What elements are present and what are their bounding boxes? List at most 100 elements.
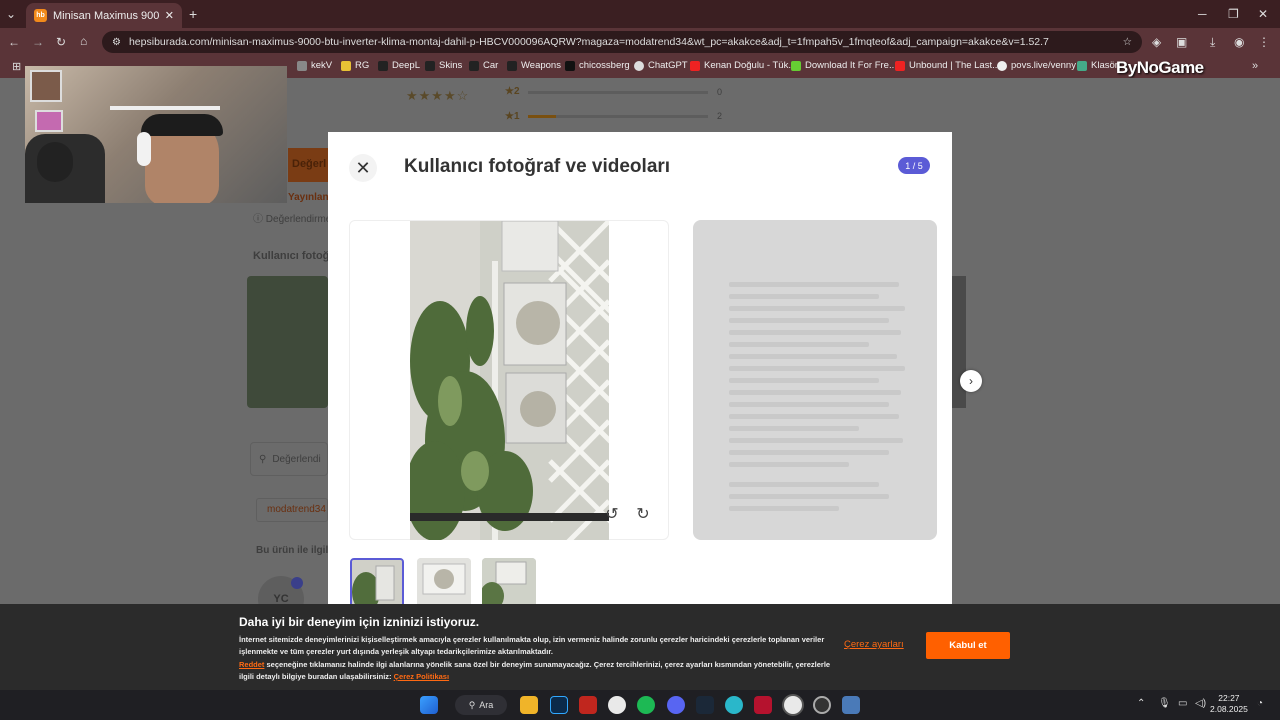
bookmark-item[interactable]: DeepL [378, 60, 420, 71]
bookmark-item[interactable]: Kenan Doğulu - Tük... [690, 60, 796, 71]
taskbar-search-button[interactable]: ⚲ Ara [455, 695, 507, 715]
eval-info: ⓘ Değerlendirme [253, 210, 328, 225]
thumb-image [352, 560, 402, 606]
reload-icon[interactable]: ↻ [56, 35, 66, 49]
rating-star-value: 1 [513, 111, 520, 122]
bookmark-item[interactable]: Klasör [1077, 60, 1118, 71]
apps-grid-icon[interactable]: ⊞ [12, 60, 21, 73]
notification-bell-icon[interactable]: ◔ [1257, 698, 1263, 709]
verified-badge-icon [291, 577, 303, 589]
forward-arrow-icon[interactable]: → [32, 35, 44, 49]
browser-tab[interactable]: hb Minisan Maximus 9000 Btu Inve ✕ [26, 3, 182, 28]
cookie-policy-link[interactable]: Çerez Politikası [394, 672, 449, 681]
blurred-text-line [729, 426, 859, 431]
home-icon[interactable]: ⌂ [80, 34, 87, 48]
next-media-button[interactable]: › [960, 370, 982, 392]
bookmark-item[interactable]: povs.live/venny [997, 60, 1076, 71]
accept-cookies-button[interactable]: Kabul et [926, 632, 1010, 659]
tray-chevron-icon[interactable]: ⌃ [1137, 698, 1145, 709]
bookmark-label: Weapons [521, 60, 561, 71]
skins-icon [425, 60, 435, 71]
review-photo[interactable] [410, 221, 609, 540]
back-arrow-icon[interactable]: ← [8, 35, 20, 49]
watermark-logo: ByNoGame [1116, 58, 1204, 77]
spotify-icon[interactable] [637, 696, 655, 714]
evaluate-button[interactable]: Değerl [288, 148, 328, 182]
bookmark-star-icon[interactable]: ☆ [1123, 36, 1132, 48]
app-icon[interactable] [725, 696, 743, 714]
bookmark-item[interactable]: ChatGPT [634, 60, 688, 71]
media-thumbnail[interactable] [482, 558, 536, 608]
ac-units-photo [410, 221, 609, 540]
filezilla-icon[interactable] [579, 696, 597, 714]
new-tab-plus-icon[interactable]: + [189, 6, 197, 22]
reject-link[interactable]: Reddet [239, 660, 264, 669]
minimize-icon[interactable]: ─ [1198, 7, 1207, 21]
clock-date: 2.08.2025 [1210, 704, 1248, 714]
file-explorer-icon[interactable] [520, 696, 538, 714]
tab-search-chevron-icon[interactable]: ⌄ [6, 7, 16, 21]
window-close-icon[interactable]: ✕ [1258, 7, 1268, 21]
webcam-overlay [25, 66, 287, 203]
extensions-puzzle-icon[interactable]: ▣ [1176, 35, 1187, 49]
photoshop-icon[interactable] [550, 696, 568, 714]
volume-icon[interactable]: ◁) [1195, 698, 1206, 709]
bookmark-item[interactable]: chicossberg [565, 60, 630, 71]
bookmark-item[interactable]: Car [469, 60, 498, 71]
download-icon[interactable]: ⤓ [1210, 35, 1215, 50]
media-thumbnail[interactable] [417, 558, 471, 608]
review-photo-thumb[interactable] [247, 276, 328, 408]
bookmark-item[interactable]: Weapons [507, 60, 561, 71]
bookmark-item[interactable]: kekV [297, 60, 332, 71]
blurred-text-line [729, 366, 905, 371]
media-thumbnail[interactable] [350, 558, 404, 608]
address-bar[interactable]: ⚙ hepsiburada.com/minisan-maximus-9000-b… [102, 31, 1142, 53]
blurred-text-line [729, 330, 901, 335]
cookie-text-fragment: ilgili detaylı bilgiye buradan ulaşabili… [239, 672, 394, 681]
cookie-text-line: ilgili detaylı bilgiye buradan ulaşabili… [239, 672, 449, 681]
clock-time: 22:27 [1218, 693, 1240, 703]
drive-icon [1077, 60, 1087, 71]
tab-close-icon[interactable]: ✕ [165, 9, 174, 22]
search-icon: ⚲ [259, 453, 267, 465]
blurred-text-line [729, 414, 899, 419]
rg-icon [341, 60, 351, 71]
modal-close-button[interactable]: ✕ [349, 154, 377, 182]
thumb-image [482, 558, 536, 608]
bookmark-label: RG [355, 60, 370, 71]
bookmark-label: Klasör [1091, 60, 1118, 71]
profile-icon[interactable]: ◉ [1234, 35, 1244, 49]
media-app-icon[interactable] [754, 696, 772, 714]
site-favicon-icon: hb [34, 9, 47, 22]
media-modal: ✕ Kullanıcı fotoğraf ve videoları 1 / 5 [328, 132, 982, 608]
seller-filter-chip[interactable]: modatrend34 [256, 498, 328, 522]
network-icon[interactable]: ▭ [1178, 698, 1187, 709]
site-info-icon[interactable]: ⚙ [112, 37, 121, 48]
cookie-settings-button[interactable]: Çerez ayarları [844, 639, 904, 650]
microphone-icon[interactable]: 🎙 [1158, 698, 1171, 709]
bookmark-item[interactable]: Skins [425, 60, 462, 71]
start-windows-icon[interactable] [420, 696, 438, 714]
app-icon[interactable] [842, 696, 860, 714]
rotate-right-icon[interactable]: ↻ [633, 504, 653, 524]
discord-icon[interactable] [667, 696, 685, 714]
bookmark-item[interactable]: RG [341, 60, 369, 71]
blurred-text-line [729, 506, 839, 511]
rotate-left-icon[interactable]: ↺ [602, 504, 622, 524]
review-search-input[interactable]: ⚲ Değerlendi [250, 442, 328, 476]
extension-icon[interactable]: ◈ [1152, 35, 1161, 49]
download-site-icon [791, 60, 801, 71]
obs-icon[interactable] [813, 696, 831, 714]
bookmark-item[interactable]: Download It For Fre... [791, 60, 897, 71]
more-bookmarks-chevron-icon[interactable]: » [1252, 60, 1258, 72]
bookmark-item[interactable]: Unbound | The Last... [895, 60, 1000, 71]
rating-row-star: ★2 [505, 86, 520, 97]
menu-kebab-icon[interactable]: ⋮ [1258, 35, 1270, 49]
cookie-text-line: Reddet seçeneğine tıklamanız halinde ilg… [239, 660, 830, 669]
maximize-icon[interactable]: ❐ [1228, 7, 1239, 21]
chrome-active-icon[interactable] [784, 696, 802, 714]
chicossberg-icon [565, 60, 575, 71]
chrome-icon[interactable] [608, 696, 626, 714]
steam-icon[interactable] [696, 696, 714, 714]
system-clock[interactable]: 22:27 2.08.2025 [1210, 693, 1248, 715]
